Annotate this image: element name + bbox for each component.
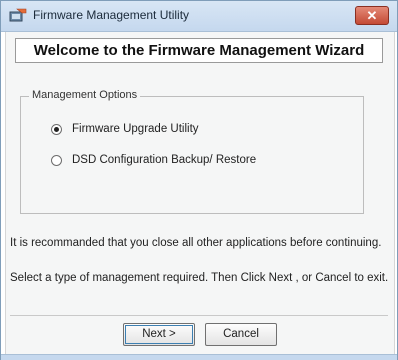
next-button[interactable]: Next > <box>123 323 195 346</box>
option-label: DSD Configuration Backup/ Restore <box>72 154 257 166</box>
title-bar[interactable]: Firmware Management Utility ✕ <box>1 1 397 32</box>
window-title: Firmware Management Utility <box>33 8 190 22</box>
info-text-recommend: It is recommanded that you close all oth… <box>10 237 382 249</box>
option-label: Firmware Upgrade Utility <box>72 123 199 135</box>
wizard-body: Welcome to the Firmware Management Wizar… <box>5 32 395 354</box>
radio-button-selected[interactable] <box>51 123 62 135</box>
close-icon: ✕ <box>366 8 378 23</box>
management-options-group: Management Options Firmware Upgrade Util… <box>20 89 364 214</box>
info-text-instruction: Select a type of management required. Th… <box>10 272 389 284</box>
group-title: Management Options <box>29 89 141 101</box>
app-icon <box>9 8 27 22</box>
option-dsd-backup-restore[interactable]: DSD Configuration Backup/ Restore <box>51 154 256 166</box>
radio-button[interactable] <box>51 154 62 166</box>
cancel-button[interactable]: Cancel <box>205 323 277 346</box>
wizard-header: Welcome to the Firmware Management Wizar… <box>15 38 383 63</box>
app-window: Firmware Management Utility ✕ Welcome to… <box>0 0 398 360</box>
wizard-title: Welcome to the Firmware Management Wizar… <box>33 42 365 59</box>
option-firmware-upgrade[interactable]: Firmware Upgrade Utility <box>51 123 199 135</box>
window-bottom-edge <box>1 354 397 360</box>
footer-divider <box>10 315 388 316</box>
close-button[interactable]: ✕ <box>355 6 389 25</box>
